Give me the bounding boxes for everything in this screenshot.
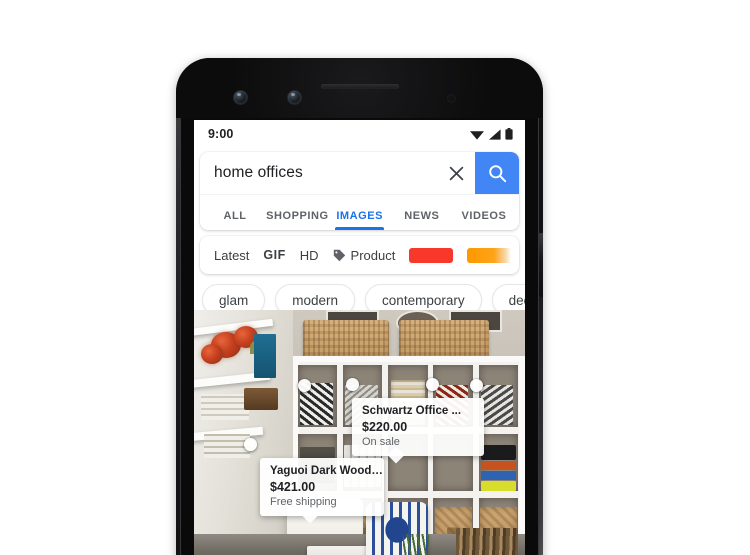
search-row: home offices	[200, 152, 519, 194]
filter-gif[interactable]: GIF	[263, 248, 285, 262]
product-card-yaguoi-dark-wood[interactable]: Yaguoi Dark Wood… $421.00 Free shipping	[260, 458, 384, 524]
book-stack-left-2	[203, 434, 250, 458]
product-title: Yaguoi Dark Wood…	[270, 465, 383, 477]
product-note: Free shipping	[270, 496, 337, 508]
search-card: home offices ALL SHOPPING IMAGES NEWS VI…	[200, 152, 519, 230]
status-bar-system-icons	[470, 128, 513, 140]
power-button[interactable]	[539, 233, 543, 297]
battery-icon	[505, 128, 513, 140]
status-bar-clock: 9:00	[208, 127, 234, 141]
tab-news[interactable]: NEWS	[391, 210, 453, 230]
phone-top-bezel	[176, 58, 543, 118]
product-title: Schwartz Office ...	[362, 405, 462, 417]
tab-all[interactable]: ALL	[204, 210, 266, 230]
image-filter-bar: Latest GIF HD Product	[200, 236, 519, 274]
product-hotspot-1[interactable]	[298, 379, 311, 392]
filter-hd[interactable]: HD	[300, 248, 319, 263]
yellow-book	[480, 481, 516, 492]
search-result-tabs: ALL SHOPPING IMAGES NEWS VIDEOS	[200, 194, 519, 230]
teal-books	[253, 334, 276, 378]
product-price: $220.00	[362, 420, 408, 434]
close-icon	[449, 166, 463, 180]
signal-icon	[489, 128, 501, 140]
product-note: On sale	[362, 436, 400, 448]
earpiece-speaker-icon	[320, 84, 399, 89]
front-camera-secondary-icon	[288, 91, 301, 104]
product-hotspot-4[interactable]	[470, 379, 483, 392]
wifi-icon	[470, 130, 484, 140]
screenshot-stage: 9:00 home offices ALL SHOPPING IMAGES NE…	[0, 0, 750, 555]
search-icon	[488, 164, 506, 182]
dried-flowers-3	[200, 344, 223, 364]
tab-images[interactable]: IMAGES	[329, 210, 391, 230]
product-card-schwartz-office[interactable]: Schwartz Office ... $220.00 On sale	[352, 398, 484, 464]
book-stack-left-1	[200, 394, 249, 420]
patterned-box-4	[480, 384, 514, 425]
orange-color-filter[interactable]	[467, 247, 512, 263]
product-price: $421.00	[270, 480, 316, 494]
phone-screen: 9:00 home offices ALL SHOPPING IMAGES NE…	[194, 120, 525, 555]
status-bar: 9:00	[194, 120, 525, 148]
phone-device-frame: 9:00 home offices ALL SHOPPING IMAGES NE…	[176, 58, 543, 555]
clear-search-button[interactable]	[437, 152, 475, 194]
search-submit-button[interactable]	[475, 152, 519, 194]
tag-icon	[333, 249, 345, 261]
tab-videos[interactable]: VIDEOS	[453, 210, 515, 230]
filter-latest[interactable]: Latest	[214, 248, 249, 263]
wooden-box	[243, 388, 278, 410]
filter-product-label: Product	[350, 247, 396, 263]
tab-shopping[interactable]: SHOPPING	[266, 210, 328, 230]
red-color-filter[interactable]	[409, 247, 454, 263]
orange-book	[480, 461, 516, 471]
search-input[interactable]: home offices	[200, 152, 437, 194]
product-hotspot-3[interactable]	[426, 378, 439, 391]
proximity-sensor-icon	[447, 94, 456, 103]
product-hotspot-5[interactable]	[244, 438, 257, 451]
filter-product[interactable]: Product	[333, 247, 396, 263]
front-camera-icon	[234, 91, 247, 104]
image-result-photo[interactable]: Schwartz Office ... $220.00 On sale Yagu…	[194, 310, 525, 555]
wooden-utensils	[456, 528, 519, 555]
product-hotspot-2[interactable]	[346, 378, 359, 391]
dark-book	[480, 444, 516, 461]
blue-book	[480, 471, 516, 481]
plant	[402, 534, 429, 555]
